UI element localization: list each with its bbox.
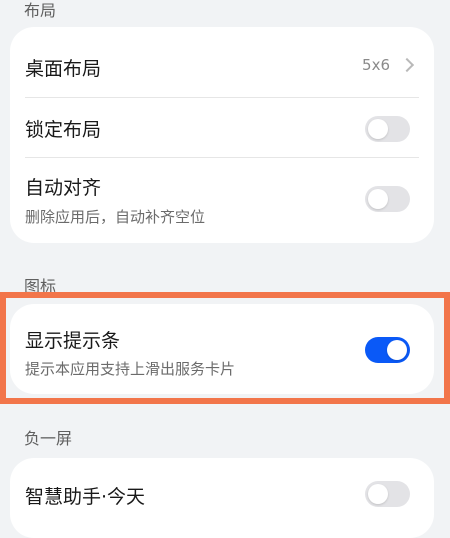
smart-assistant-row: 智慧助手·今天: [10, 458, 434, 528]
layout-settings-card: 桌面布局 5x6 锁定布局 自动对齐 删除应用后，自动补齐空位: [10, 27, 434, 243]
smart-assistant-title: 智慧助手·今天: [25, 486, 146, 508]
toggle-knob: [368, 189, 388, 209]
show-hint-bar-title: 显示提示条: [25, 330, 121, 352]
show-hint-bar-row: 显示提示条 提示本应用支持上滑出服务卡片: [10, 304, 434, 394]
section-header-layout: 布局: [24, 1, 57, 20]
icons-settings-card: 显示提示条 提示本应用支持上滑出服务卡片: [10, 304, 434, 394]
chevron-right-icon: [399, 57, 415, 73]
lock-layout-toggle[interactable]: [365, 116, 410, 142]
section-header-icons: 图标: [24, 277, 57, 296]
auto-align-row: 自动对齐 删除应用后，自动补齐空位: [10, 158, 434, 243]
smart-assistant-toggle[interactable]: [365, 481, 410, 507]
section-header-minus-one-screen: 负一屏: [24, 429, 73, 448]
lock-layout-row: 锁定布局: [10, 98, 434, 158]
auto-align-subtitle: 删除应用后，自动补齐空位: [25, 208, 206, 226]
auto-align-toggle[interactable]: [365, 186, 410, 212]
toggle-knob: [368, 484, 388, 504]
toggle-knob: [368, 119, 388, 139]
desktop-layout-value: 5x6: [362, 56, 390, 74]
toggle-knob: [387, 340, 407, 360]
auto-align-title: 自动对齐: [25, 177, 102, 199]
show-hint-bar-toggle[interactable]: [365, 337, 410, 363]
desktop-layout-value-group: 5x6: [362, 56, 415, 74]
lock-layout-title: 锁定布局: [25, 119, 102, 141]
show-hint-bar-subtitle: 提示本应用支持上滑出服务卡片: [25, 360, 236, 378]
desktop-layout-row[interactable]: 桌面布局 5x6: [10, 27, 434, 99]
desktop-layout-title: 桌面布局: [25, 58, 102, 80]
minus-one-settings-card: 智慧助手·今天: [10, 458, 434, 538]
